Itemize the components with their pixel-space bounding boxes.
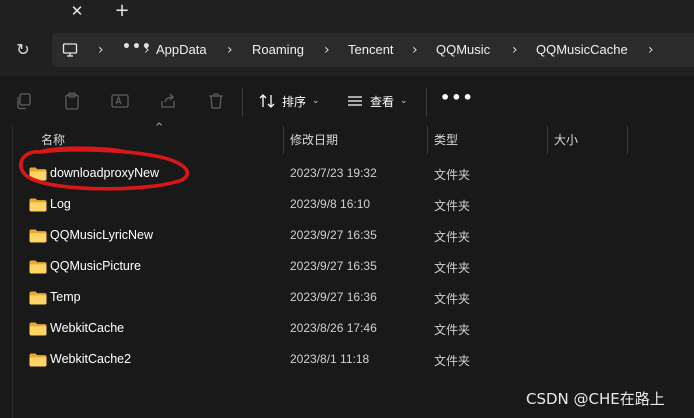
file-modified-date: 2023/9/27 16:36 [290, 290, 377, 304]
chevron-down-icon: ⌄ [400, 96, 408, 106]
breadcrumb-roaming[interactable]: Roaming [252, 41, 304, 59]
file-type: 文件夹 [434, 354, 471, 368]
view-icon [348, 96, 362, 106]
file-type: 文件夹 [434, 292, 471, 306]
file-row[interactable]: QQMusicLyricNew 2023/9/27 16:35 文件夹 [13, 221, 694, 252]
breadcrumb-tencent[interactable]: Tencent [348, 41, 394, 59]
column-header-row: ^ 名称 修改日期 类型 大小 [13, 122, 694, 156]
folder-icon [29, 322, 47, 336]
file-list: ^ 名称 修改日期 类型 大小 downloadproxyNew 2023/7/2… [12, 122, 694, 418]
file-name[interactable]: Log [50, 197, 71, 211]
file-row[interactable]: QQMusicPicture 2023/9/27 16:35 文件夹 [13, 252, 694, 283]
copy-icon[interactable] [14, 91, 34, 111]
breadcrumb-separator[interactable]: › [648, 40, 654, 60]
column-divider[interactable] [547, 126, 548, 154]
column-divider[interactable] [427, 126, 428, 154]
file-name[interactable]: QQMusicPicture [50, 259, 141, 273]
folder-icon [29, 291, 47, 305]
sort-ascending-icon: ^ [155, 122, 164, 133]
file-modified-date: 2023/9/27 16:35 [290, 259, 377, 273]
navigation-bar: ↻ › ••• › AppData › Roaming › Tencent › … [0, 24, 694, 76]
new-tab-button[interactable]: + [112, 1, 132, 21]
file-name[interactable]: WebkitCache [50, 321, 124, 335]
folder-icon [29, 198, 47, 212]
file-modified-date: 2023/9/27 16:35 [290, 228, 377, 242]
file-row[interactable]: Log 2023/9/8 16:10 文件夹 [13, 190, 694, 221]
toolbar-divider [426, 88, 427, 116]
file-type: 文件夹 [434, 230, 471, 244]
view-label: 查看 [370, 94, 395, 109]
breadcrumb-separator[interactable]: › [512, 40, 518, 60]
file-type: 文件夹 [434, 199, 471, 213]
more-options-button[interactable]: ••• [440, 88, 473, 110]
file-type: 文件夹 [434, 261, 471, 275]
file-row[interactable]: WebkitCache 2023/8/26 17:46 文件夹 [13, 314, 694, 345]
rename-icon[interactable] [110, 91, 130, 111]
breadcrumb-qqmusic[interactable]: QQMusic [436, 41, 490, 59]
refresh-icon[interactable]: ↻ [12, 39, 34, 61]
sort-button[interactable]: 排序 ⌄ [258, 88, 320, 114]
share-icon[interactable] [158, 91, 178, 111]
breadcrumb-separator[interactable]: › [98, 40, 104, 60]
address-bar[interactable]: › ••• › AppData › Roaming › Tencent › QQ… [52, 33, 694, 67]
toolbar-divider [242, 88, 243, 116]
breadcrumb-separator[interactable]: › [324, 40, 330, 60]
sort-label: 排序 [282, 94, 307, 109]
column-divider[interactable] [283, 126, 284, 154]
folder-icon [29, 229, 47, 243]
column-header-type[interactable]: 类型 [434, 126, 458, 154]
file-row[interactable]: WebkitCache2 2023/8/1 11:18 文件夹 [13, 345, 694, 376]
view-button[interactable]: 查看 ⌄ [346, 88, 408, 114]
command-bar: 排序 ⌄ 查看 ⌄ ••• [0, 76, 694, 126]
paste-icon[interactable] [62, 91, 82, 111]
folder-icon [29, 167, 47, 181]
file-name[interactable]: WebkitCache2 [50, 352, 131, 366]
file-type: 文件夹 [434, 323, 471, 337]
file-modified-date: 2023/8/26 17:46 [290, 321, 377, 335]
column-header-name[interactable]: 名称 [41, 126, 65, 154]
folder-icon [29, 353, 47, 367]
file-modified-date: 2023/7/23 19:32 [290, 166, 377, 180]
breadcrumb-qqmusiccache[interactable]: QQMusicCache [536, 41, 628, 59]
file-modified-date: 2023/9/8 16:10 [290, 197, 371, 211]
file-type: 文件夹 [434, 168, 471, 182]
tab-strip: ✕ + [0, 0, 694, 24]
column-divider[interactable] [627, 126, 628, 154]
file-row[interactable]: Temp 2023/9/27 16:36 文件夹 [13, 283, 694, 314]
column-header-size[interactable]: 大小 [554, 126, 578, 154]
breadcrumb-separator[interactable]: › [227, 40, 233, 60]
chevron-down-icon: ⌄ [312, 96, 320, 106]
file-name[interactable]: Temp [50, 290, 81, 304]
breadcrumb-separator[interactable]: › [144, 40, 150, 60]
file-row[interactable]: downloadproxyNew 2023/7/23 19:32 文件夹 [13, 159, 694, 190]
delete-icon[interactable] [206, 91, 226, 111]
file-name[interactable]: downloadproxyNew [50, 166, 159, 180]
this-pc-icon[interactable] [62, 42, 78, 58]
breadcrumb-separator[interactable]: › [412, 40, 418, 60]
column-header-date[interactable]: 修改日期 [290, 126, 338, 154]
breadcrumb-appdata[interactable]: AppData [156, 41, 207, 59]
csdn-watermark: CSDN @CHE在路上 [526, 390, 665, 408]
close-tab-icon[interactable]: ✕ [68, 2, 86, 20]
folder-icon [29, 260, 47, 274]
file-name[interactable]: QQMusicLyricNew [50, 228, 153, 242]
file-modified-date: 2023/8/1 11:18 [290, 352, 370, 366]
sort-icon [259, 94, 275, 108]
